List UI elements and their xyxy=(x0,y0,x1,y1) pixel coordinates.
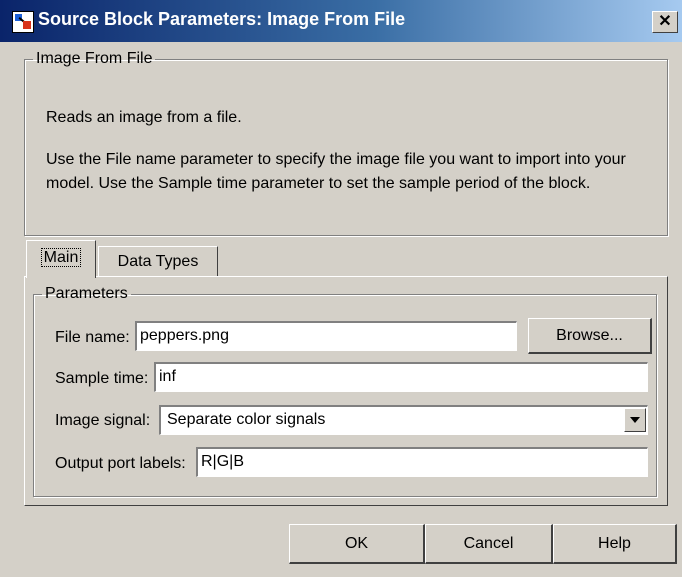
tab-main-label: Main xyxy=(40,248,82,267)
close-button[interactable]: ✕ xyxy=(652,11,678,33)
file-name-label: File name: xyxy=(55,329,130,346)
simulink-block-icon xyxy=(12,11,34,33)
sample-time-label: Sample time: xyxy=(55,370,149,387)
browse-button[interactable]: Browse... xyxy=(528,318,652,354)
title-bar[interactable]: Source Block Parameters: Image From File… xyxy=(0,0,682,42)
help-button[interactable]: Help xyxy=(553,524,677,564)
description-line-1: Reads an image from a file. xyxy=(46,109,242,126)
output-port-labels-label: Output port labels: xyxy=(55,455,186,472)
chevron-down-icon[interactable] xyxy=(624,408,646,432)
output-port-labels-field[interactable]: R|G|B xyxy=(196,447,648,477)
description-group-title: Image From File xyxy=(36,50,153,67)
image-signal-select[interactable]: Separate color signals xyxy=(159,405,648,435)
description-line-3: model. Use the Sample time parameter to … xyxy=(46,175,591,192)
tab-data-types[interactable]: Data Types xyxy=(98,246,218,276)
tab-panel-main: Parameters File name: peppers.png Browse… xyxy=(24,276,668,506)
sample-time-field[interactable]: inf xyxy=(154,362,648,392)
parameters-group-title: Parameters xyxy=(45,285,128,302)
description-line-2: Use the File name parameter to specify t… xyxy=(46,151,626,168)
file-name-field[interactable]: peppers.png xyxy=(135,321,517,351)
image-signal-value: Separate color signals xyxy=(167,411,326,428)
ok-button[interactable]: OK xyxy=(289,524,425,564)
cancel-button[interactable]: Cancel xyxy=(425,524,553,564)
tab-main[interactable]: Main xyxy=(26,240,96,278)
window-title: Source Block Parameters: Image From File xyxy=(38,9,406,29)
tab-data-types-label: Data Types xyxy=(117,253,199,270)
description-group: Image From File xyxy=(24,50,668,236)
image-signal-label: Image signal: xyxy=(55,412,151,429)
